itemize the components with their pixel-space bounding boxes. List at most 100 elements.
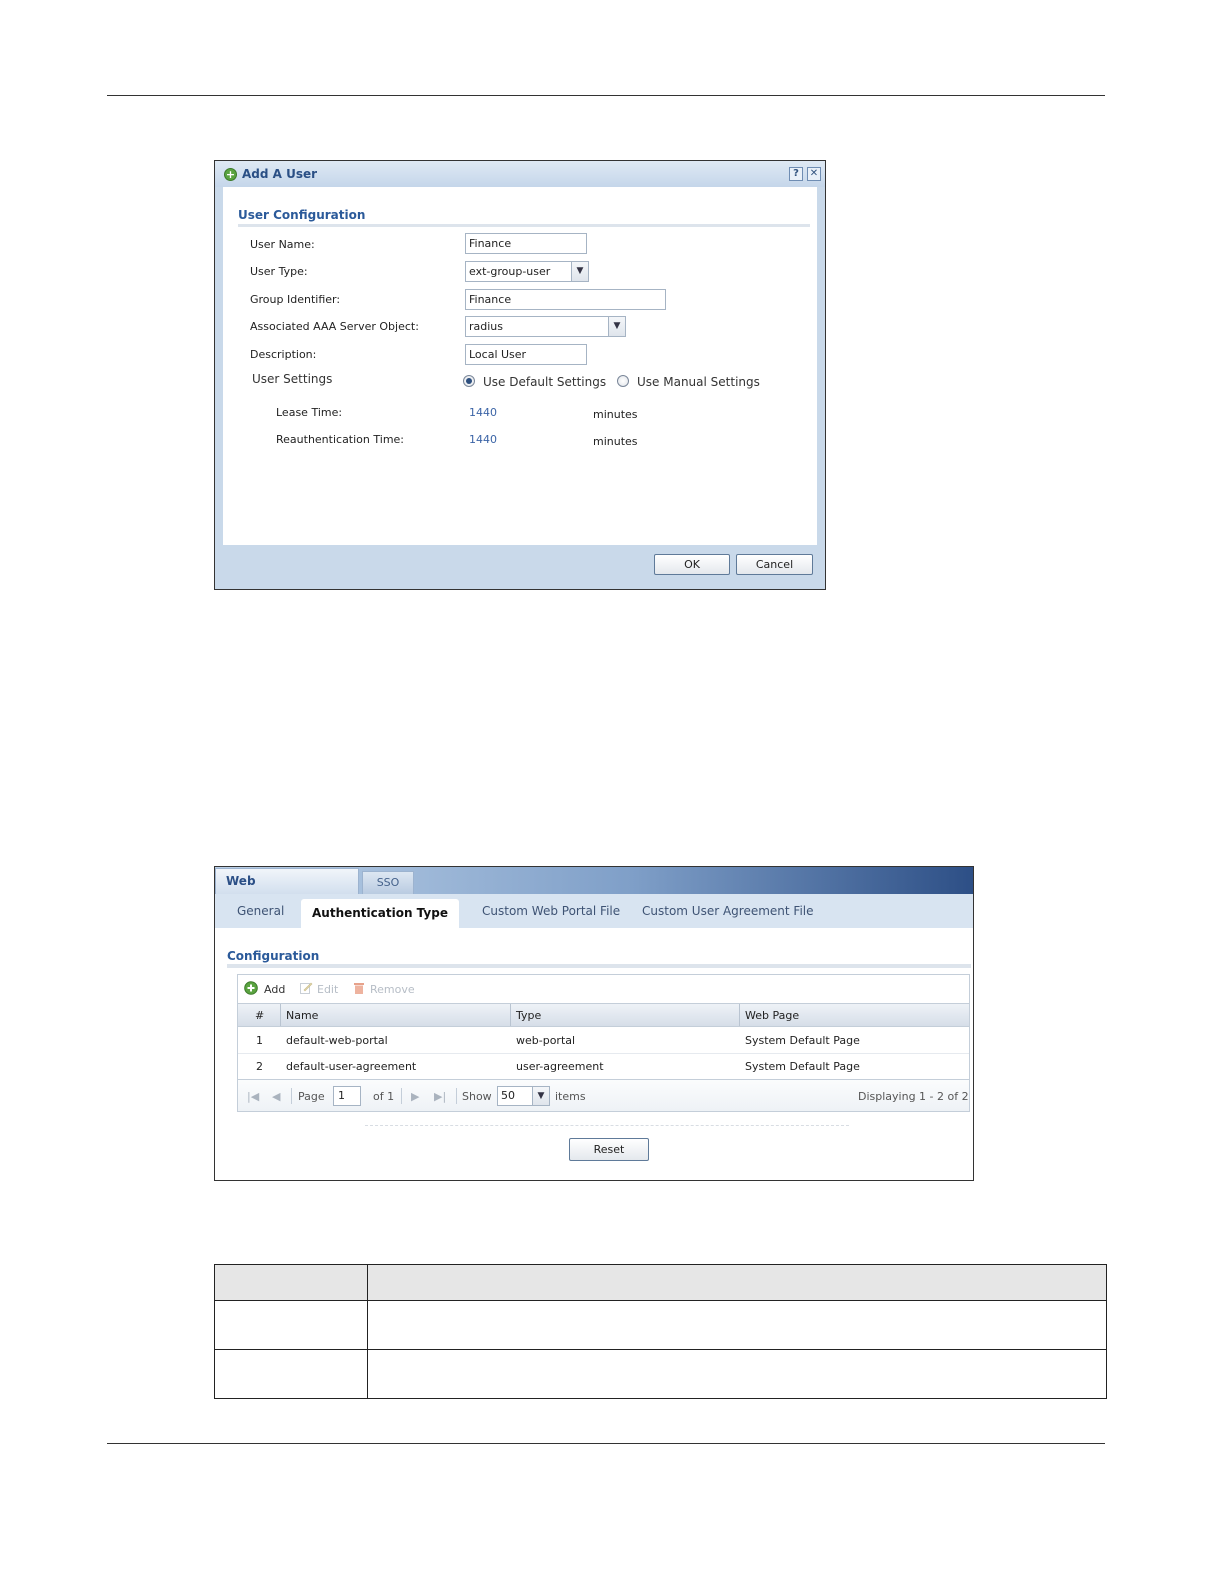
aaa-server-select[interactable]: radius ▼ xyxy=(465,316,626,337)
row-number: 2 xyxy=(256,1060,263,1073)
configuration-title: Configuration xyxy=(227,949,320,963)
table-header-cell xyxy=(214,1264,368,1301)
chevron-down-icon[interactable]: ▼ xyxy=(532,1087,549,1105)
main-tab-bar: Web Authentication SSO xyxy=(215,867,973,912)
subtab-custom-web-portal-file[interactable]: Custom Web Portal File xyxy=(482,904,620,918)
edit-button[interactable]: Edit xyxy=(317,983,338,996)
pager-separator xyxy=(401,1088,402,1104)
user-name-input[interactable]: Finance xyxy=(465,233,587,254)
description-label: Description: xyxy=(250,348,317,361)
table-cell xyxy=(367,1349,1107,1399)
group-identifier-input[interactable]: Finance xyxy=(465,289,666,310)
column-header-number[interactable]: # xyxy=(255,1009,264,1022)
dialog-footer: OK Cancel xyxy=(215,545,825,589)
pager-separator xyxy=(456,1088,457,1104)
use-default-radio[interactable] xyxy=(463,375,475,387)
previous-page-icon[interactable]: ◀ xyxy=(272,1090,280,1103)
lease-time-label: Lease Time: xyxy=(276,406,343,419)
subtab-authentication-type[interactable]: Authentication Type xyxy=(301,899,459,928)
row-name: default-user-agreement xyxy=(286,1060,417,1073)
cancel-button[interactable]: Cancel xyxy=(736,554,813,575)
reset-button[interactable]: Reset xyxy=(569,1138,649,1161)
tab-web-authentication[interactable]: Web Authentication xyxy=(215,868,359,912)
close-button[interactable]: ✕ xyxy=(807,167,821,181)
tab-sso[interactable]: SSO xyxy=(362,871,414,894)
use-manual-label[interactable]: Use Manual Settings xyxy=(637,375,760,389)
divider xyxy=(365,1125,849,1126)
column-separator xyxy=(510,1004,511,1026)
last-page-icon[interactable]: ▶| xyxy=(434,1090,446,1103)
table-cell xyxy=(214,1300,368,1350)
dialog-titlebar: + Add A User ? ✕ xyxy=(215,161,825,187)
aaa-server-label: Associated AAA Server Object: xyxy=(250,320,419,333)
show-label: Show xyxy=(462,1090,492,1103)
table-header-row xyxy=(214,1264,1107,1301)
first-page-icon[interactable]: |◀ xyxy=(247,1090,259,1103)
row-name: default-web-portal xyxy=(286,1034,388,1047)
top-rule xyxy=(107,95,1105,96)
items-label: items xyxy=(555,1090,586,1103)
pager-separator xyxy=(291,1088,292,1104)
ok-button[interactable]: OK xyxy=(654,554,730,575)
column-separator xyxy=(280,1004,281,1026)
section-divider xyxy=(238,224,810,227)
row-type: web-portal xyxy=(516,1034,576,1047)
description-input[interactable]: Local User xyxy=(465,344,587,365)
group-identifier-label: Group Identifier: xyxy=(250,293,341,306)
authentication-type-grid: Add Edit Remove # Name Type Web Page 1 d… xyxy=(237,974,970,1112)
bottom-rule xyxy=(107,1443,1105,1444)
page-label: Page xyxy=(298,1090,325,1103)
add-button[interactable]: Add xyxy=(264,983,285,996)
lease-time-unit: minutes xyxy=(593,408,638,421)
row-web-page: System Default Page xyxy=(745,1034,860,1047)
dialog-title: Add A User xyxy=(242,167,318,181)
column-separator xyxy=(739,1004,740,1026)
page-size-select[interactable]: 50 ▼ xyxy=(497,1086,550,1106)
use-default-label[interactable]: Use Default Settings xyxy=(483,375,606,389)
chevron-down-icon[interactable]: ▼ xyxy=(608,317,625,336)
remove-button[interactable]: Remove xyxy=(370,983,415,996)
row-number: 1 xyxy=(256,1034,263,1047)
page-of-label: of 1 xyxy=(373,1090,395,1103)
grid-toolbar: Add Edit Remove xyxy=(238,975,969,1003)
row-web-page: System Default Page xyxy=(745,1060,860,1073)
add-user-dialog: + Add A User ? ✕ User Configuration User… xyxy=(214,160,826,590)
subtab-custom-user-agreement-file[interactable]: Custom User Agreement File xyxy=(642,904,814,918)
edit-icon xyxy=(300,982,313,994)
subtab-general[interactable]: General xyxy=(237,904,284,918)
grid-header: # Name Type Web Page xyxy=(238,1003,969,1027)
table-row xyxy=(214,1300,1107,1350)
table-row[interactable]: 2 default-user-agreement user-agreement … xyxy=(238,1054,969,1080)
sub-tab-bar: General Authentication Type Custom Web P… xyxy=(215,894,973,928)
user-type-select[interactable]: ext-group-user ▼ xyxy=(465,261,589,282)
column-header-web-page[interactable]: Web Page xyxy=(745,1009,799,1022)
chevron-down-icon[interactable]: ▼ xyxy=(571,262,588,281)
column-header-name[interactable]: Name xyxy=(286,1009,318,1022)
dialog-content: User Configuration User Name: Finance Us… xyxy=(223,187,817,545)
user-name-label: User Name: xyxy=(250,238,315,251)
next-page-icon[interactable]: ▶ xyxy=(411,1090,419,1103)
aaa-server-value: radius xyxy=(469,320,504,333)
help-button[interactable]: ? xyxy=(789,167,803,181)
web-authentication-panel: Web Authentication SSO General Authentic… xyxy=(214,866,974,1181)
reauth-time-unit: minutes xyxy=(593,435,638,448)
displaying-label: Displaying 1 - 2 of 2 xyxy=(858,1090,969,1103)
lease-time-value: 1440 xyxy=(469,406,497,419)
table-cell xyxy=(367,1300,1107,1350)
page-input[interactable]: 1 xyxy=(333,1086,361,1106)
table-row xyxy=(214,1349,1107,1399)
section-title: User Configuration xyxy=(238,208,366,222)
configuration-divider xyxy=(227,964,971,968)
reauth-time-label: Reauthentication Time: xyxy=(276,433,405,446)
column-header-type[interactable]: Type xyxy=(516,1009,541,1022)
row-type: user-agreement xyxy=(516,1060,604,1073)
table-cell xyxy=(214,1349,368,1399)
user-settings-label: User Settings xyxy=(252,372,333,386)
add-icon[interactable] xyxy=(244,981,258,995)
page-size-value: 50 xyxy=(501,1089,515,1102)
table-header-cell xyxy=(367,1264,1107,1301)
table-row[interactable]: 1 default-web-portal web-portal System D… xyxy=(238,1028,969,1054)
user-type-label: User Type: xyxy=(250,265,308,278)
user-type-value: ext-group-user xyxy=(469,265,551,278)
use-manual-radio[interactable] xyxy=(617,375,629,387)
